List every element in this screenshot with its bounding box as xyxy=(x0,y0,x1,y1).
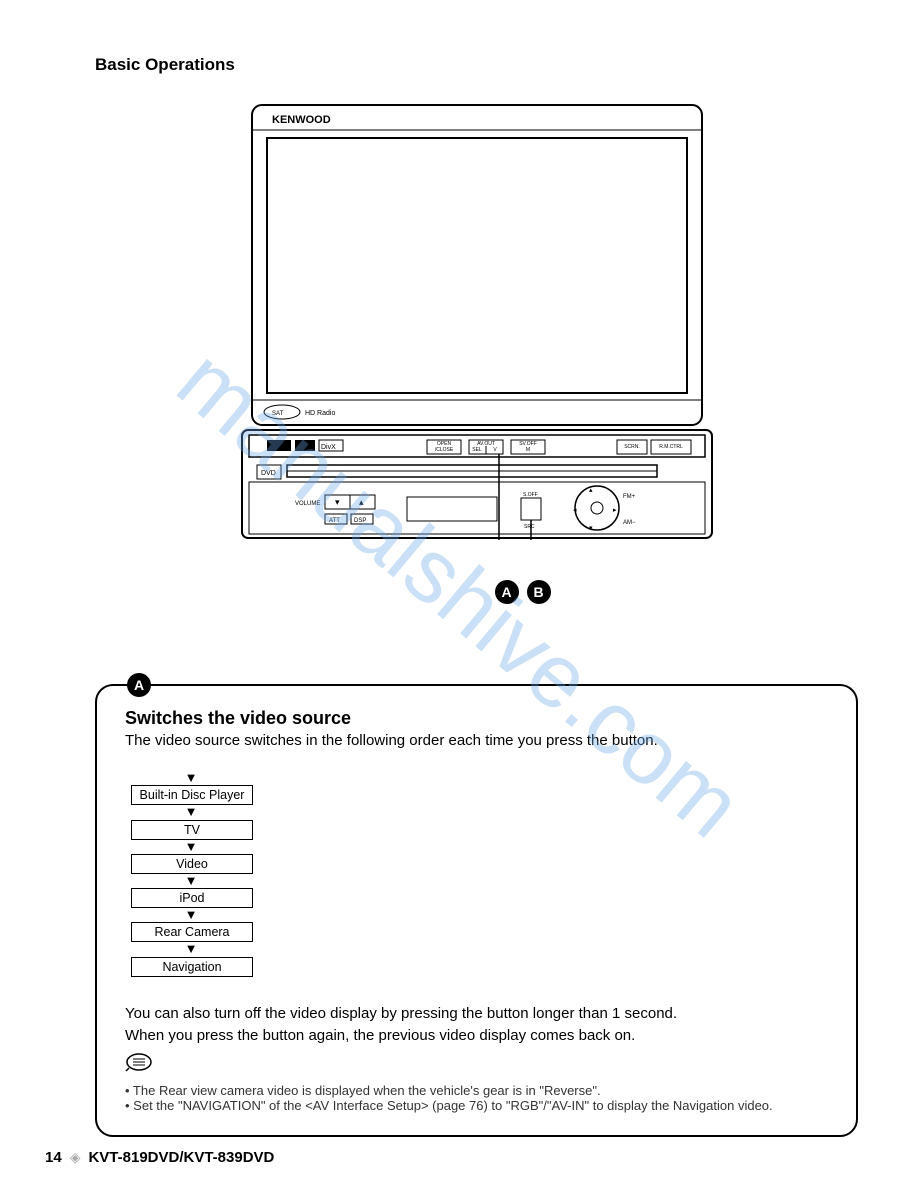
svg-text:▴: ▴ xyxy=(359,497,364,507)
flow-arrow-icon: ▼ xyxy=(131,771,251,785)
svg-text:▾: ▾ xyxy=(335,497,340,507)
note-bullet-2: • Set the "NAVIGATION" of the <AV Interf… xyxy=(125,1098,828,1113)
svg-text:◂: ◂ xyxy=(573,507,577,514)
svg-text:M: M xyxy=(525,447,529,453)
svg-text:HD Radio: HD Radio xyxy=(305,410,335,417)
flow-arrow-icon: ▼ xyxy=(131,874,251,888)
device-illustration: KENWOOD SAT HD Radio DivX xyxy=(237,100,717,604)
device-svg: KENWOOD SAT HD Radio DivX xyxy=(237,100,717,540)
flow-arrow-icon: ▼ xyxy=(131,840,251,854)
flow-item: Navigation xyxy=(131,957,253,977)
source-flow: ▼ Built-in Disc Player ▼ TV ▼ Video ▼ iP… xyxy=(131,771,828,977)
instruction-box-badge: A xyxy=(127,673,151,697)
flow-item: Built-in Disc Player xyxy=(131,785,253,805)
svg-text:SCRN.: SCRN. xyxy=(624,444,640,450)
flow-arrow-icon: ▼ xyxy=(131,908,251,922)
callout-a-badge: A xyxy=(495,580,519,604)
footer-separator-icon: ◈ xyxy=(70,1149,81,1166)
page-number: 14 xyxy=(45,1149,62,1166)
flow-item: Video xyxy=(131,854,253,874)
flow-item: Rear Camera xyxy=(131,922,253,942)
svg-text:AM−: AM− xyxy=(623,520,636,526)
svg-text:FM+: FM+ xyxy=(623,494,636,500)
svg-text:SRC: SRC xyxy=(524,524,535,530)
flow-arrow-icon: ▼ xyxy=(131,942,251,956)
svg-text:/CLOSE: /CLOSE xyxy=(434,447,453,453)
instruction-para1: You can also turn off the video display … xyxy=(125,1005,828,1022)
note-icon xyxy=(125,1052,828,1077)
svg-text:▴: ▴ xyxy=(589,487,593,494)
svg-text:DivX: DivX xyxy=(321,444,336,451)
brand-label: KENWOOD xyxy=(272,114,331,126)
flow-arrow-icon: ▼ xyxy=(131,805,251,819)
callout-badges: A B xyxy=(283,580,763,604)
svg-text:ATT: ATT xyxy=(329,518,340,524)
svg-text:▸: ▸ xyxy=(613,507,617,514)
svg-text:SEL: SEL xyxy=(472,447,482,453)
instruction-box: A Switches the video source The video so… xyxy=(95,684,858,1137)
svg-text:SAT: SAT xyxy=(272,411,284,417)
flow-item: TV xyxy=(131,820,253,840)
svg-text:DSP: DSP xyxy=(354,518,366,524)
manual-page: Basic Operations manualshive.com KENWOOD… xyxy=(0,0,918,1188)
instruction-desc: The video source switches in the followi… xyxy=(125,732,828,749)
svg-text:V: V xyxy=(493,447,497,453)
model-label: KVT-819DVD/KVT-839DVD xyxy=(88,1149,274,1166)
svg-text:R.M.CTRL: R.M.CTRL xyxy=(659,444,683,450)
page-footer: 14 ◈ KVT-819DVD/KVT-839DVD xyxy=(45,1149,274,1166)
flow-item: iPod xyxy=(131,888,253,908)
instruction-para2: When you press the button again, the pre… xyxy=(125,1027,828,1044)
instruction-box-wrap: A Switches the video source The video so… xyxy=(95,684,858,1137)
instruction-title: Switches the video source xyxy=(125,708,828,729)
svg-text:DVD: DVD xyxy=(261,470,276,477)
svg-text:S.OFF: S.OFF xyxy=(523,492,538,498)
svg-text:▾: ▾ xyxy=(589,525,593,532)
callout-b-badge: B xyxy=(527,580,551,604)
svg-text:VOLUME: VOLUME xyxy=(295,501,320,507)
section-title: Basic Operations xyxy=(95,55,858,75)
note-bullet-1: • The Rear view camera video is displaye… xyxy=(125,1083,828,1098)
